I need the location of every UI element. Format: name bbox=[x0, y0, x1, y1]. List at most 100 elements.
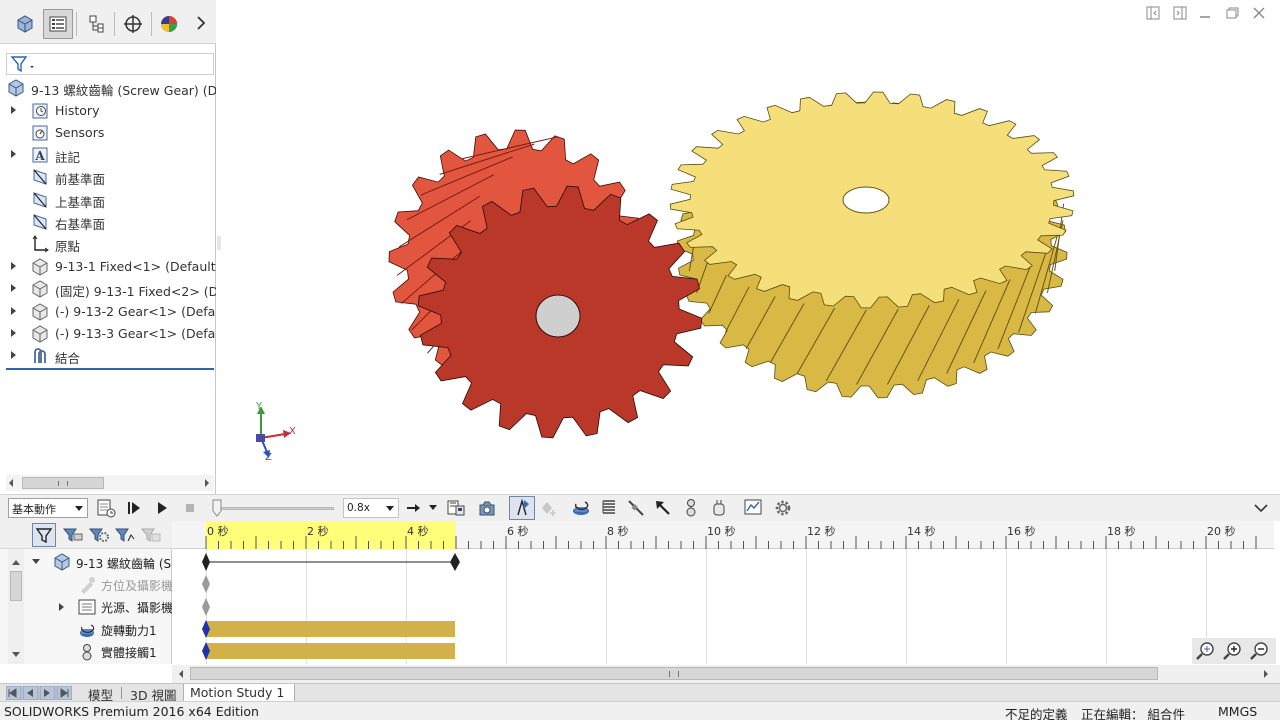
calculator-icon bbox=[97, 499, 116, 518]
filter-selected-icon[interactable] bbox=[88, 525, 110, 545]
tree-item-component[interactable]: (-) 9-13-3 Gear<1> (Defaul bbox=[0, 323, 216, 345]
motor-button[interactable] bbox=[571, 498, 591, 518]
tab-feature-manager[interactable] bbox=[10, 9, 40, 39]
zoom-in-icon[interactable] bbox=[1223, 641, 1243, 661]
playback-mode-button[interactable] bbox=[405, 498, 425, 518]
status-units[interactable]: MMGS bbox=[1218, 704, 1257, 719]
motion-tree-item-motor[interactable]: 旋轉動力1 bbox=[0, 618, 172, 640]
collapse-motion-manager-button[interactable] bbox=[1251, 498, 1271, 518]
tab-scroll-arrows-icon[interactable] bbox=[5, 685, 73, 701]
gear-model-view[interactable] bbox=[217, 0, 1280, 494]
tree-filter[interactable] bbox=[6, 53, 214, 75]
tab-property-manager[interactable] bbox=[43, 9, 73, 39]
motion-timeline[interactable]: 0 秒2 秒4 秒6 秒8 秒 10 秒 12 秒 14 秒 16 秒 18 秒 20 秒 bbox=[172, 521, 1280, 664]
motor-icon bbox=[80, 624, 95, 637]
playback-mode-dropdown[interactable] bbox=[427, 498, 439, 518]
tree-item-front-plane[interactable]: 前基準面 bbox=[0, 166, 216, 188]
tabs-more-arrow[interactable] bbox=[196, 16, 206, 30]
tree-item-history[interactable]: History bbox=[0, 100, 216, 122]
tree-item-component[interactable]: (-) 9-13-2 Gear<1> (Defaul bbox=[0, 301, 216, 323]
tab-configuration-manager[interactable] bbox=[81, 9, 111, 39]
play-button[interactable] bbox=[152, 498, 172, 518]
motion-study-properties-button[interactable] bbox=[773, 498, 793, 518]
calculate-button[interactable] bbox=[96, 498, 116, 518]
expand-arrow-icon[interactable] bbox=[11, 284, 16, 292]
scroll-thumb[interactable] bbox=[22, 477, 104, 489]
zoom-out-icon[interactable] bbox=[1250, 641, 1270, 661]
tab-3d-view[interactable]: 3D 視圖 bbox=[124, 684, 183, 703]
play-from-start-button[interactable] bbox=[124, 498, 144, 518]
motion-tree-item-label: 方位及攝影機 bbox=[101, 579, 172, 593]
expand-arrow-icon[interactable] bbox=[11, 150, 16, 158]
add-key-button[interactable] bbox=[539, 498, 559, 518]
filter-animated-button[interactable] bbox=[32, 523, 56, 547]
tree-root[interactable]: 9-13 螺紋齒輪 (Screw Gear) (De bbox=[0, 77, 216, 99]
scroll-left-icon[interactable] bbox=[7, 478, 15, 488]
animation-wizard-button[interactable] bbox=[478, 498, 498, 518]
motion-tree-root[interactable]: 9-13 螺紋齒輪 (S bbox=[0, 551, 172, 573]
tree-item-component[interactable]: 9-13-1 Fixed<1> (Default< bbox=[0, 256, 216, 278]
scroll-left-icon[interactable] bbox=[177, 669, 185, 679]
tab-dimxpert[interactable] bbox=[118, 9, 148, 39]
stop-button[interactable] bbox=[180, 498, 200, 518]
expand-arrow-icon[interactable] bbox=[11, 106, 16, 114]
tree-item-annotations[interactable]: A 註記 bbox=[0, 144, 216, 166]
collapse-arrow-icon[interactable] bbox=[31, 558, 41, 566]
contact-start-key-icon[interactable] bbox=[202, 642, 210, 660]
slider-thumb-icon[interactable] bbox=[212, 499, 222, 517]
red-screw-gear[interactable] bbox=[388, 129, 703, 439]
tab-model[interactable]: 模型 bbox=[82, 684, 119, 703]
expand-arrow-icon[interactable] bbox=[11, 329, 16, 337]
scroll-thumb[interactable] bbox=[190, 667, 1158, 680]
expand-arrow-icon[interactable] bbox=[11, 351, 16, 359]
motor-time-bar[interactable] bbox=[206, 621, 455, 637]
scroll-right-icon[interactable] bbox=[1262, 669, 1270, 679]
filter-driving-icon[interactable] bbox=[62, 525, 84, 545]
study-type-select[interactable]: 基本動作 bbox=[8, 498, 88, 518]
graphics-area[interactable]: Y X Z bbox=[217, 0, 1280, 494]
yellow-screw-gear[interactable] bbox=[669, 91, 1075, 399]
playback-speed-select[interactable]: 0.8x bbox=[343, 498, 399, 518]
force-button[interactable] bbox=[653, 498, 673, 518]
playback-slider[interactable] bbox=[212, 499, 336, 517]
tree-item-sensors[interactable]: Sensors bbox=[0, 122, 216, 144]
results-and-plots-button[interactable] bbox=[743, 498, 763, 518]
panel-splitter-handle[interactable] bbox=[217, 236, 221, 250]
start-key-icon[interactable] bbox=[202, 553, 210, 571]
tree-item-right-plane[interactable]: 右基準面 bbox=[0, 211, 216, 233]
spring-button[interactable] bbox=[599, 498, 619, 518]
save-animation-button[interactable] bbox=[446, 498, 466, 518]
scroll-right-icon[interactable] bbox=[203, 478, 211, 488]
assembly-icon bbox=[8, 79, 24, 97]
mates-icon bbox=[34, 348, 46, 363]
expand-arrow-icon[interactable] bbox=[11, 307, 16, 315]
motion-tree-item-lights[interactable]: 光源、攝影機 bbox=[0, 595, 172, 617]
autokey-button[interactable] bbox=[509, 496, 535, 520]
contact-icon bbox=[82, 644, 92, 661]
tree-item-component[interactable]: (固定) 9-13-1 Fixed<2> (De bbox=[0, 278, 216, 300]
lights-key-icon[interactable] bbox=[202, 598, 210, 616]
contact-button[interactable] bbox=[681, 498, 701, 518]
part-icon bbox=[32, 303, 48, 321]
tree-horizontal-scrollbar[interactable] bbox=[6, 475, 214, 491]
motion-tree-item-orientation[interactable]: 方位及攝影機 bbox=[0, 573, 172, 595]
tab-motion-study-1[interactable]: Motion Study 1 bbox=[183, 684, 295, 702]
orientation-key-icon[interactable] bbox=[202, 575, 210, 593]
tree-item-mates[interactable]: 結合 bbox=[0, 345, 216, 367]
damper-button[interactable] bbox=[626, 498, 646, 518]
contact-time-bar[interactable] bbox=[206, 643, 455, 659]
tree-item-origin[interactable]: 原點 bbox=[0, 233, 216, 255]
time-bar-start-keys[interactable] bbox=[200, 619, 212, 661]
end-key-icon[interactable] bbox=[450, 553, 460, 571]
filter-results-icon[interactable] bbox=[114, 525, 136, 545]
tab-display-manager[interactable] bbox=[154, 9, 184, 39]
tree-item-top-plane[interactable]: 上基準面 bbox=[0, 189, 216, 211]
zoom-to-fit-icon[interactable] bbox=[1196, 641, 1216, 661]
panel-grip[interactable]: ˆ bbox=[104, 0, 112, 7]
motion-tree-item-contact[interactable]: 實體接觸1 bbox=[0, 640, 172, 662]
gravity-button[interactable] bbox=[709, 498, 729, 518]
motor-start-key-icon[interactable] bbox=[202, 620, 210, 638]
expand-arrow-icon[interactable] bbox=[58, 602, 66, 612]
timeline-horizontal-scrollbar[interactable] bbox=[172, 665, 1280, 683]
expand-arrow-icon[interactable] bbox=[11, 262, 16, 270]
